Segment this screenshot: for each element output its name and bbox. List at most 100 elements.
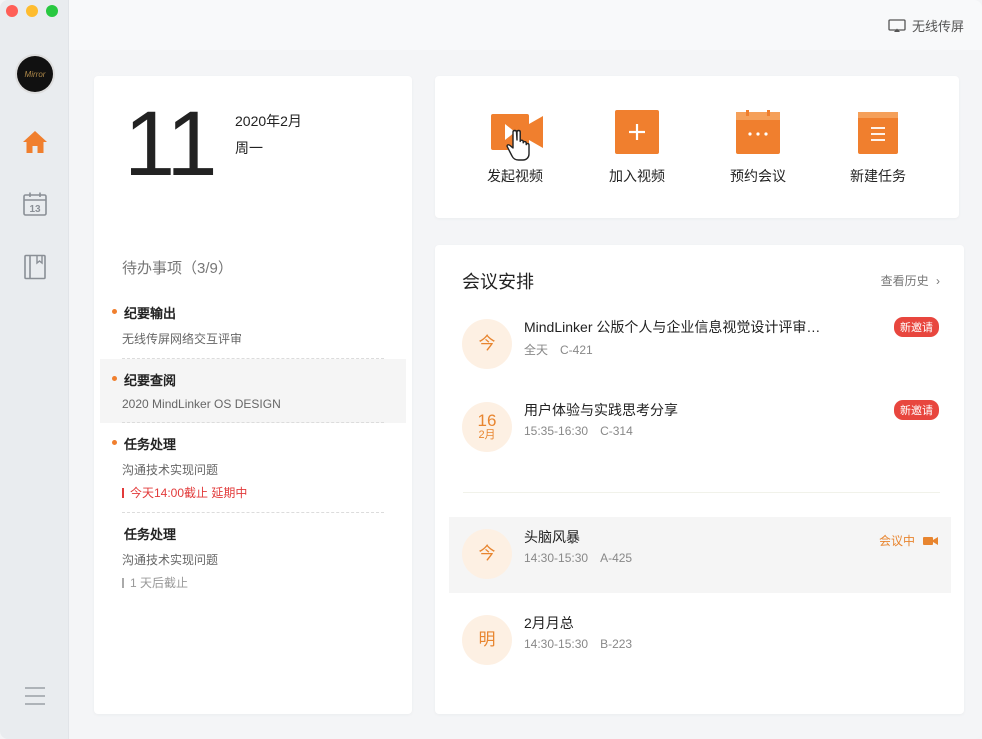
meeting-date-badge: 今 <box>462 529 512 579</box>
calendar-icon-day: 13 <box>29 204 41 215</box>
today-day: 11 <box>124 93 218 195</box>
todo-item[interactable]: 任务处理 沟通技术实现问题 1 天后截止 <box>100 513 406 603</box>
todo-due-text: 今天14:00截止 延期中 <box>130 486 248 500</box>
meetings-card: 会议安排 查看历史 › 今 MindLinker 公版个人与企业信息视觉设计评审… <box>435 245 964 714</box>
join-video-label: 加入视频 <box>609 168 665 184</box>
today-card: 11 2020年2月 周一 待办事项（3/9） 纪要输出 无线传屏网络交互评审 … <box>94 76 412 714</box>
meeting-name: 2月月总 <box>524 615 574 631</box>
view-history-link[interactable]: 查看历史 › <box>881 272 940 289</box>
todo-item-title: 纪要输出 <box>124 306 177 321</box>
top-bar: 无线传屏 <box>69 0 982 50</box>
new-task-button[interactable]: 新建任务 <box>828 110 928 186</box>
home-icon[interactable] <box>21 128 49 156</box>
today-month-year: 2020年2月 <box>235 113 302 129</box>
meeting-date-badge-month: 2月 <box>478 429 496 442</box>
app-window: Mirror 13 无线传屏 11 2020年2月 周一 待办事项（3/9） 纪… <box>0 0 982 739</box>
close-window-button[interactable] <box>6 5 18 17</box>
calendar-icon[interactable]: 13 <box>21 190 49 218</box>
todo-item-header: 纪要查阅 <box>112 370 384 389</box>
start-video-button[interactable]: 发起视频 <box>465 110 565 186</box>
meeting-item[interactable]: 明 2月月总 14:30-15:30 B-223 <box>449 603 951 679</box>
meetings-title: 会议安排 <box>462 272 534 292</box>
meeting-item[interactable]: 今 MindLinker 公版个人与企业信息视觉设计评审… 全天 C-421 新邀… <box>449 307 951 383</box>
hamburger-icon[interactable] <box>23 684 47 708</box>
meeting-date-badge: 今 <box>462 319 512 369</box>
meeting-meta: 15:35-16:30 C-314 <box>524 424 633 438</box>
book-meeting-label: 预约会议 <box>730 168 786 184</box>
window-controls <box>6 5 58 17</box>
meeting-name: MindLinker 公版个人与企业信息视觉设计评审… <box>524 319 821 335</box>
plus-icon <box>613 110 661 154</box>
todo-item[interactable]: 纪要输出 无线传屏网络交互评审 <box>100 292 406 359</box>
meeting-room: C-421 <box>560 343 593 357</box>
meeting-name: 头脑风暴 <box>524 529 580 545</box>
todo-item-title: 纪要查阅 <box>124 373 177 388</box>
todo-item-header: 任务处理 <box>112 434 384 453</box>
maximize-window-button[interactable] <box>46 5 58 17</box>
notebook-icon[interactable] <box>21 253 49 281</box>
meeting-item[interactable]: 16 2月 用户体验与实践思考分享 15:35-16:30 C-314 新邀请 <box>449 390 951 466</box>
todo-item-header: 任务处理 <box>122 524 384 543</box>
todo-item-subtitle: 沟通技术实现问题 <box>122 553 219 567</box>
task-list-icon <box>854 110 902 154</box>
new-invite-badge: 新邀请 <box>894 400 939 420</box>
chevron-right-icon: › <box>936 274 940 288</box>
meeting-name: 用户体验与实践思考分享 <box>524 402 678 418</box>
meeting-item[interactable]: 今 头脑风暴 14:30-15:30 A-425 会议中 <box>449 517 951 593</box>
meeting-meta: 14:30-15:30 A-425 <box>524 551 632 565</box>
meeting-time: 14:30-15:30 <box>524 637 589 651</box>
meeting-time: 14:30-15:30 <box>524 551 589 565</box>
today-weekday: 周一 <box>235 140 263 156</box>
unread-dot-icon <box>112 309 117 314</box>
section-divider <box>463 492 940 493</box>
join-video-button[interactable]: 加入视频 <box>587 110 687 186</box>
quick-actions-card: 发起视频 加入视频 预约会议 新建任务 <box>435 76 959 218</box>
view-history-label: 查看历史 <box>880 274 929 288</box>
due-marker-icon <box>122 577 124 588</box>
book-meeting-button[interactable]: 预约会议 <box>708 110 808 186</box>
avatar[interactable]: Mirror <box>17 56 53 92</box>
new-invite-badge: 新邀请 <box>894 317 939 337</box>
meeting-date-badge: 16 2月 <box>462 402 512 452</box>
todo-due-status: 今天14:00截止 延期中 <box>122 484 384 501</box>
todo-due-text: 1 天后截止 <box>130 576 189 590</box>
meeting-date-badge-text: 今 <box>478 334 496 354</box>
todo-item-subtitle: 2020 MindLinker OS DESIGN <box>122 397 281 411</box>
todo-item[interactable]: 纪要查阅 2020 MindLinker OS DESIGN <box>100 359 406 423</box>
meeting-meta: 14:30-15:30 B-223 <box>524 637 632 651</box>
screen-cast-icon <box>888 18 906 32</box>
in-meeting-status[interactable]: 会议中 <box>879 532 939 549</box>
todo-item[interactable]: 任务处理 沟通技术实现问题 今天14:00截止 延期中 <box>100 423 406 513</box>
meeting-date-badge: 明 <box>462 615 512 665</box>
meeting-room: A-425 <box>600 551 633 565</box>
todo-item-header: 纪要输出 <box>112 303 384 322</box>
meeting-date-badge-day: 16 <box>477 411 497 431</box>
meeting-room: B-223 <box>600 637 633 651</box>
meeting-room: C-314 <box>600 424 633 438</box>
start-video-label: 发起视频 <box>487 168 543 184</box>
wireless-cast-label: 无线传屏 <box>911 19 964 34</box>
meeting-time: 15:35-16:30 <box>524 424 589 438</box>
unread-dot-icon <box>112 376 117 381</box>
in-meeting-label: 会议中 <box>878 534 915 548</box>
minimize-window-button[interactable] <box>26 5 38 17</box>
wireless-cast-button[interactable]: 无线传屏 <box>888 16 964 35</box>
meeting-date-badge-text: 明 <box>478 630 496 650</box>
meeting-time: 全天 <box>524 343 549 357</box>
new-task-label: 新建任务 <box>850 168 906 184</box>
todo-title: 待办事项（3/9） <box>122 260 233 277</box>
todo-item-subtitle: 无线传屏网络交互评审 <box>122 332 243 346</box>
sidebar: Mirror 13 <box>0 0 69 739</box>
avatar-text: Mirror <box>24 69 46 79</box>
due-marker-icon <box>122 487 124 498</box>
video-camera-icon <box>923 536 938 545</box>
todo-item-title: 任务处理 <box>124 437 177 452</box>
todo-due-status: 1 天后截止 <box>122 574 384 591</box>
todo-item-title: 任务处理 <box>124 527 177 542</box>
meeting-date-badge-text: 今 <box>478 544 496 564</box>
video-camera-icon <box>491 110 543 161</box>
calendar-dots-icon <box>734 110 782 154</box>
meeting-meta: 全天 C-421 <box>524 341 593 358</box>
unread-dot-icon <box>112 440 117 445</box>
todo-item-subtitle: 沟通技术实现问题 <box>122 463 219 477</box>
